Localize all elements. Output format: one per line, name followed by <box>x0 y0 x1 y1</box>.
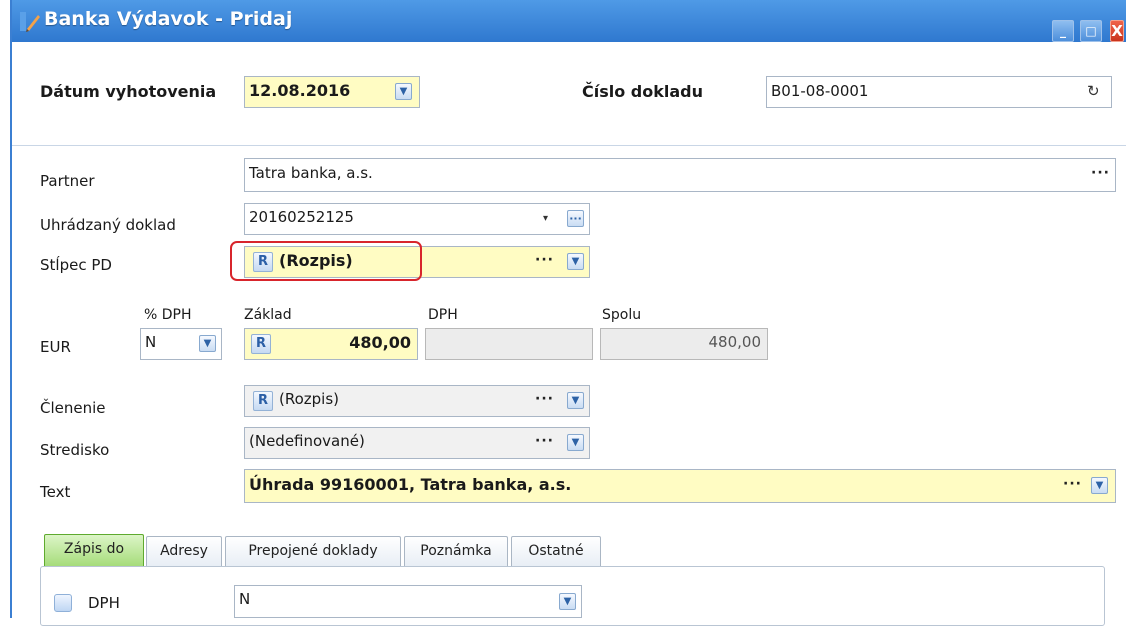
partner-more-icon[interactable]: ··· <box>1091 165 1110 181</box>
base-amount-field[interactable]: R 480,00 <box>244 328 418 360</box>
doc-number-field[interactable]: B01-08-0001 ↻ <box>766 76 1112 108</box>
refresh-icon[interactable]: ↻ <box>1087 82 1100 100</box>
vat-label: DPH <box>428 307 458 323</box>
tab-ostatne[interactable]: Ostatné <box>511 536 601 566</box>
paid-document-label: Uhrádzaný doklad <box>40 216 176 234</box>
center-label: Stredisko <box>40 441 110 459</box>
vat-checkbox-label: DPH <box>88 594 120 612</box>
vat-pct-value: N <box>145 333 157 351</box>
text-more-icon[interactable]: ··· <box>1063 476 1082 492</box>
center-field[interactable]: (Nedefinované) ··· ▼ <box>244 427 590 459</box>
text-label: Text <box>40 483 71 501</box>
text-dropdown-icon[interactable]: ▼ <box>1091 477 1108 494</box>
red-highlight-annotation <box>230 241 422 281</box>
breakdown-more-icon[interactable]: ··· <box>535 391 554 407</box>
minimize-button[interactable]: _ <box>1052 20 1074 42</box>
close-button[interactable]: X <box>1110 20 1124 42</box>
pd-column-dropdown-icon[interactable]: ▼ <box>567 253 584 270</box>
vat-select-dropdown-icon[interactable]: ▼ <box>559 593 576 610</box>
vat-select[interactable]: N ▼ <box>234 585 582 618</box>
pencil-icon <box>20 12 40 32</box>
paid-document-more-icon[interactable]: ··· <box>567 210 584 227</box>
partner-label: Partner <box>40 172 95 190</box>
center-value: (Nedefinované) <box>249 432 365 450</box>
total-amount-field: 480,00 <box>600 328 768 360</box>
text-field[interactable]: Úhrada 99160001, Tatra banka, a.s. ··· ▼ <box>244 469 1116 503</box>
partner-value: Tatra banka, a.s. <box>249 164 373 182</box>
base-label: Základ <box>244 307 292 323</box>
vat-amount-field <box>425 328 593 360</box>
paid-document-value: 20160252125 <box>249 208 354 226</box>
breakdown-label: Členenie <box>40 399 106 417</box>
breakdown-value: (Rozpis) <box>279 390 340 408</box>
date-dropdown-icon[interactable]: ▼ <box>395 83 412 100</box>
vat-select-value: N <box>239 590 251 608</box>
text-value: Úhrada 99160001, Tatra banka, a.s. <box>249 475 572 494</box>
center-more-icon[interactable]: ··· <box>535 433 554 449</box>
base-amount-value: 480,00 <box>349 333 411 352</box>
vat-pct-label: % DPH <box>144 307 192 323</box>
base-r-badge: R <box>251 334 271 354</box>
tab-zapis-do[interactable]: Zápis do <box>44 534 144 566</box>
vat-pct-dropdown-icon[interactable]: ▼ <box>199 335 216 352</box>
vat-pct-select[interactable]: N ▼ <box>140 328 222 360</box>
total-amount-value: 480,00 <box>708 333 762 351</box>
pd-column-more-icon[interactable]: ··· <box>535 252 554 268</box>
partner-field[interactable]: Tatra banka, a.s. ··· <box>244 158 1116 192</box>
breakdown-field[interactable]: R (Rozpis) ··· ▼ <box>244 385 590 417</box>
paid-document-caret-icon[interactable]: ▾ <box>543 213 548 224</box>
title-bar: Banka Výdavok - Pridaj _ □ X <box>12 0 1126 42</box>
paid-document-field[interactable]: 20160252125 ▾ ··· <box>244 203 590 235</box>
date-value: 12.08.2016 <box>249 81 351 100</box>
breakdown-dropdown-icon[interactable]: ▼ <box>567 392 584 409</box>
doc-number-label: Číslo dokladu <box>582 82 704 101</box>
maximize-button[interactable]: □ <box>1080 20 1102 42</box>
doc-number-value: B01-08-0001 <box>771 82 869 100</box>
date-label: Dátum vyhotovenia <box>40 82 217 101</box>
window: Banka Výdavok - Pridaj _ □ X Dátum vyhot… <box>10 0 1126 626</box>
tab-prepojene-doklady[interactable]: Prepojené doklady <box>225 536 401 566</box>
total-label: Spolu <box>602 307 642 323</box>
tab-adresy[interactable]: Adresy <box>146 536 222 566</box>
breakdown-r-badge: R <box>253 391 273 411</box>
tab-poznamka[interactable]: Poznámka <box>404 536 508 566</box>
pd-column-label: Stĺpec PD <box>40 256 112 274</box>
center-dropdown-icon[interactable]: ▼ <box>567 434 584 451</box>
window-title: Banka Výdavok - Pridaj <box>44 8 293 30</box>
currency-label: EUR <box>40 338 71 356</box>
date-field[interactable]: 12.08.2016 ▼ <box>244 76 420 108</box>
vat-checkbox[interactable] <box>54 594 72 612</box>
